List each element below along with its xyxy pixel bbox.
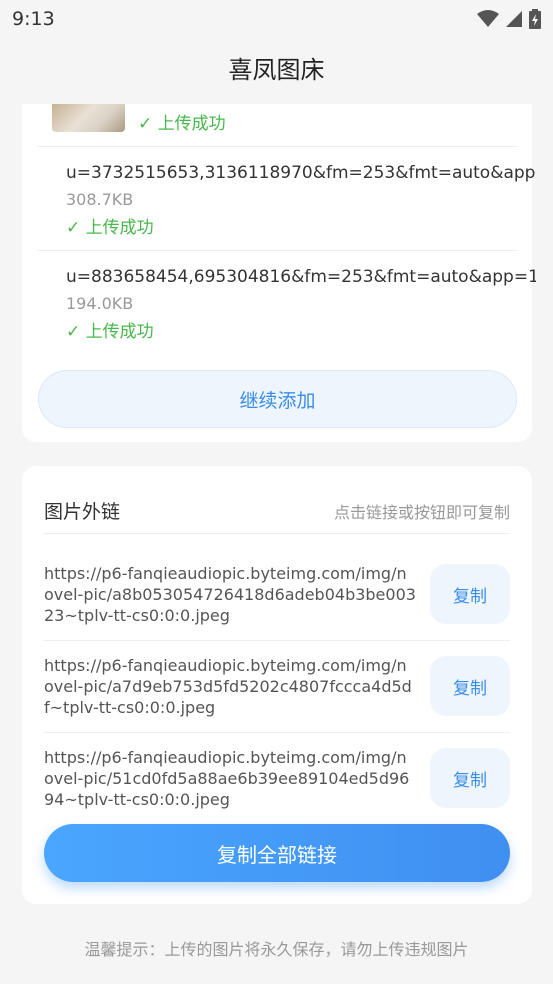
continue-add-button[interactable]: 继续添加 (38, 370, 517, 428)
copy-link-button[interactable]: 复制 (430, 748, 510, 808)
divider (44, 732, 510, 733)
upload-list-card: ✓ 上传成功 u=3732515653,3136118970&fm=253&fm… (22, 104, 536, 442)
upload-item: u=3732515653,3136118970&fm=253&fmt=auto&… (37, 147, 535, 251)
upload-filename: u=3732515653,3136118970&fm=253&fmt=auto&… (66, 163, 536, 183)
image-links-card: 图片外链 点击链接或按钮即可复制 https://p6-fanqieaudiop… (22, 466, 532, 904)
upload-filesize: 308.7KB (66, 190, 134, 209)
upload-status: ✓ 上传成功 (66, 218, 154, 238)
upload-item: u=883658454,695304816&fm=253&fmt=auto&ap… (37, 251, 536, 355)
status-icons (477, 9, 541, 29)
wifi-icon (477, 10, 499, 28)
link-url[interactable]: https://p6-fanqieaudiopic.byteimg.com/im… (44, 747, 416, 810)
copy-link-button[interactable]: 复制 (430, 656, 510, 716)
signal-icon (505, 10, 523, 28)
upload-status: ✓ 上传成功 (66, 322, 154, 342)
upload-status: ✓ 上传成功 (138, 114, 226, 134)
copy-link-button[interactable]: 复制 (430, 564, 510, 624)
app-title: 喜凤图床 (228, 56, 325, 84)
footer-tip: 温馨提示：上传的图片将永久保存，请勿上传违规图片 (84, 940, 469, 959)
copy-all-links-button[interactable]: 复制全部链接 (44, 824, 510, 882)
links-title: 图片外链 (44, 501, 121, 523)
upload-filesize: 194.0KB (66, 294, 134, 313)
status-time: 9:13 (12, 8, 55, 30)
links-header: 图片外链 点击链接或按钮即可复制 (44, 488, 510, 534)
divider (44, 640, 510, 641)
status-bar: 9:13 (0, 0, 553, 38)
link-url[interactable]: https://p6-fanqieaudiopic.byteimg.com/im… (44, 563, 416, 626)
link-item: https://p6-fanqieaudiopic.byteimg.com/im… (44, 562, 510, 626)
links-hint: 点击链接或按钮即可复制 (333, 502, 510, 522)
upload-filename: u=883658454,695304816&fm=253&fmt=auto&ap… (66, 267, 536, 287)
link-item: https://p6-fanqieaudiopic.byteimg.com/im… (44, 654, 510, 718)
link-url[interactable]: https://p6-fanqieaudiopic.byteimg.com/im… (44, 655, 416, 718)
battery-charging-icon (529, 9, 541, 29)
upload-item: ✓ 上传成功 (37, 104, 518, 147)
image-thumbnail (52, 104, 125, 132)
link-item: https://p6-fanqieaudiopic.byteimg.com/im… (44, 746, 510, 810)
